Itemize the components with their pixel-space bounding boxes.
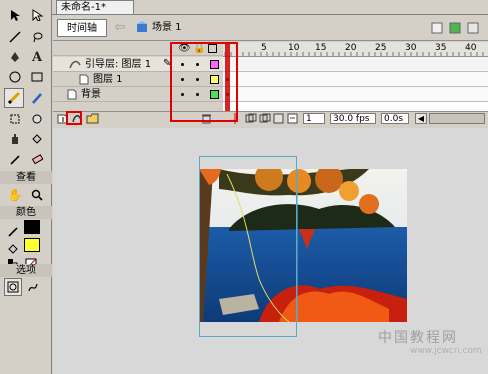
brush-icon[interactable]: [28, 89, 46, 107]
oval-icon[interactable]: [6, 68, 24, 86]
current-frame-field[interactable]: 1: [303, 113, 325, 124]
guide-line: [297, 169, 298, 322]
subselect-icon[interactable]: [28, 6, 46, 24]
highlight-box: [66, 111, 82, 125]
header-icons: [430, 20, 484, 36]
view-section-label: 查看: [0, 171, 52, 184]
symbol-bounding-box: [199, 156, 297, 337]
guide-layer-icon: [69, 59, 81, 73]
tick-label: 35: [435, 43, 447, 53]
tick-label: 25: [375, 43, 387, 53]
tab-timeline[interactable]: 时间轴: [57, 19, 107, 37]
watermark: 中国教程网: [378, 330, 458, 346]
highlight-box: [170, 42, 238, 122]
stroke-color-icon[interactable]: [4, 222, 22, 240]
scroll-left-icon[interactable]: ◀: [415, 113, 427, 124]
line-icon[interactable]: [6, 28, 24, 46]
layer-icon: [67, 89, 77, 103]
edit-multiple-frames-icon[interactable]: [273, 113, 285, 127]
fill-color-swatch[interactable]: [24, 238, 40, 252]
insert-folder-icon[interactable]: [86, 113, 99, 127]
layer-name: 图层 1: [93, 74, 123, 85]
text-icon[interactable]: A: [28, 48, 46, 66]
colors-section-label: 颜色: [0, 206, 52, 219]
elapsed-time-field[interactable]: 0.0s: [381, 113, 409, 124]
layer-name: 背景: [81, 89, 101, 100]
scene-label[interactable]: 场景 1: [152, 20, 182, 36]
pen-icon[interactable]: [6, 48, 24, 66]
frame-row[interactable]: [223, 72, 488, 87]
tick-label: 15: [315, 43, 327, 53]
tick-label: 10: [288, 43, 300, 53]
tick-label: 30: [405, 43, 417, 53]
timeline-status-bar: 1 30.0 fps 0.0s ◀: [53, 111, 488, 125]
tick-label: 40: [465, 43, 477, 53]
scene-icon: [136, 21, 148, 33]
free-transform-icon[interactable]: [6, 110, 24, 128]
toolbox: A 查看 ✋ 颜色 选项: [0, 0, 52, 374]
eraser-icon[interactable]: [28, 150, 46, 168]
watermark-url: www.jcwcn.com: [410, 346, 482, 356]
layer-icon: [79, 74, 89, 88]
eyedropper-icon[interactable]: [6, 150, 24, 168]
hand-icon[interactable]: ✋: [6, 186, 24, 204]
pencil-icon[interactable]: [4, 88, 24, 108]
smooth-mode-icon[interactable]: [24, 278, 42, 296]
arrow-icon[interactable]: [6, 6, 24, 24]
stroke-color-swatch[interactable]: [24, 220, 40, 234]
snap-magnet-icon[interactable]: [4, 278, 22, 296]
document-tab[interactable]: 未命名-1*: [56, 0, 134, 14]
tick-label: 5: [261, 43, 267, 53]
layer-name: 引导层: 图层 1: [85, 59, 152, 70]
onion-outline-icon[interactable]: [259, 113, 271, 127]
back-arrow-icon[interactable]: ⇦: [112, 20, 128, 36]
timeline-scrollbar[interactable]: [429, 113, 485, 124]
frame-row[interactable]: [223, 87, 488, 102]
fill-transform-icon[interactable]: [28, 110, 46, 128]
frame-rate-field[interactable]: 30.0 fps: [330, 113, 376, 124]
paint-bucket-icon[interactable]: [28, 130, 46, 148]
ink-bottle-icon[interactable]: [6, 130, 24, 148]
rectangle-icon[interactable]: [28, 68, 46, 86]
frame-row[interactable]: [223, 57, 488, 72]
modify-markers-icon[interactable]: [287, 113, 299, 127]
onion-skin-icon[interactable]: [245, 113, 257, 127]
frame-ruler[interactable]: 5 10 15 20 25 30 35 40: [223, 42, 488, 57]
lasso-icon[interactable]: [28, 28, 46, 46]
tick-label: 20: [345, 43, 357, 53]
zoom-icon[interactable]: [28, 186, 46, 204]
options-section-label: 选项: [0, 264, 52, 277]
